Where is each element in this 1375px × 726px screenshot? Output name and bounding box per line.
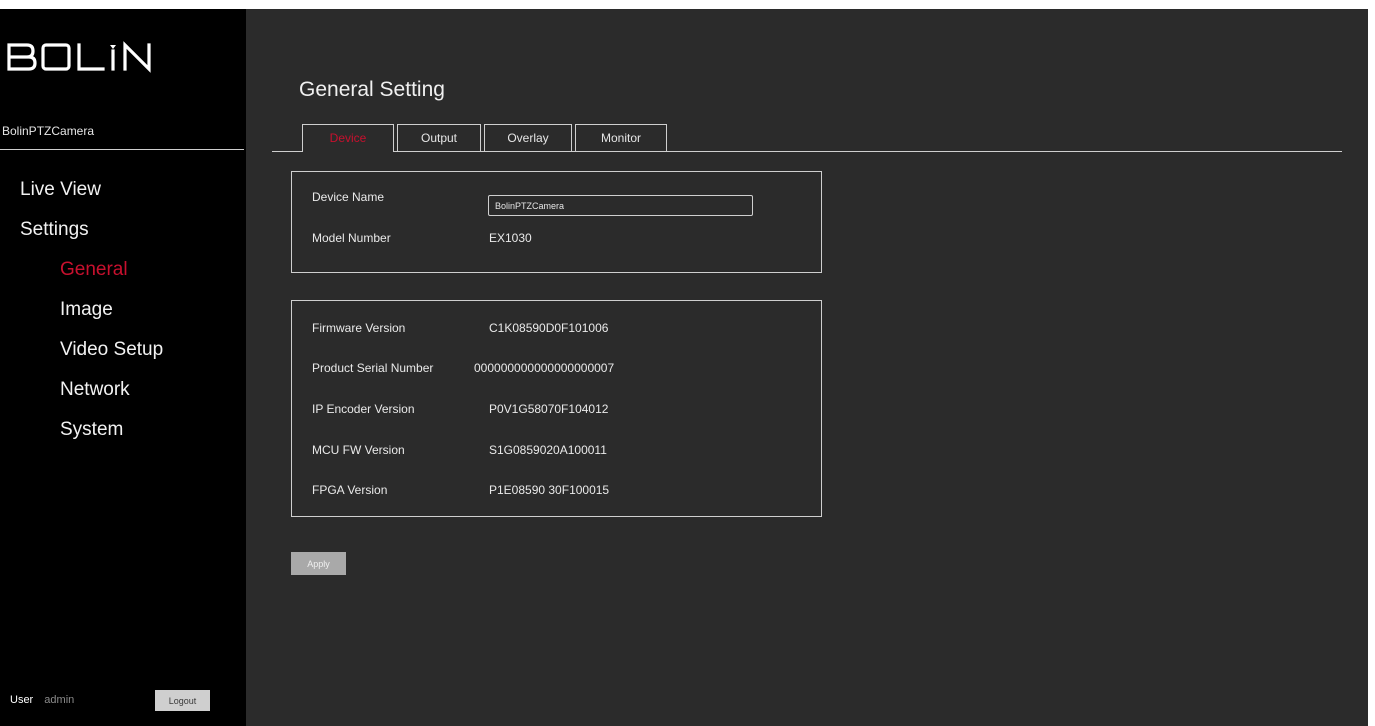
bolin-logo	[7, 41, 151, 73]
user-info: User admin	[10, 694, 74, 706]
tab-overlay[interactable]: Overlay	[484, 124, 572, 151]
firmware-version-value: C1K08590D0F101006	[489, 321, 609, 335]
nav-video-setup[interactable]: Video Setup	[60, 339, 163, 361]
nav-network[interactable]: Network	[60, 379, 130, 401]
model-number-value: EX1030	[489, 231, 532, 245]
ip-encoder-version-value: P0V1G58070F104012	[489, 402, 609, 416]
tab-output[interactable]: Output	[397, 124, 481, 151]
nav-general[interactable]: General	[60, 259, 128, 281]
mcu-fw-version-value: S1G0859020A100011	[489, 443, 607, 457]
sidebar: BolinPTZCamera Live View Settings Genera…	[0, 9, 246, 726]
device-name-field-label: Device Name	[312, 190, 385, 204]
serial-number-label: Product Serial Number	[312, 361, 434, 375]
device-name-input[interactable]	[488, 195, 753, 216]
nav-image[interactable]: Image	[60, 299, 113, 321]
device-info-panel	[291, 171, 822, 273]
nav-live-view[interactable]: Live View	[20, 179, 101, 201]
page-title: General Setting	[299, 78, 445, 101]
serial-number-value: 000000000000000000007	[474, 361, 615, 375]
model-number-label: Model Number	[312, 231, 391, 245]
user-label: User	[10, 694, 34, 706]
fpga-version-label: FPGA Version	[312, 483, 388, 497]
firmware-version-label: Firmware Version	[312, 321, 406, 335]
logout-button[interactable]: Logout	[155, 690, 210, 711]
user-name: admin	[44, 694, 75, 706]
tab-device[interactable]: Device	[302, 124, 394, 152]
nav-settings[interactable]: Settings	[20, 219, 89, 241]
apply-button[interactable]: Apply	[291, 552, 346, 575]
tab-monitor[interactable]: Monitor	[575, 124, 667, 151]
app-window: BolinPTZCamera Live View Settings Genera…	[0, 9, 1368, 726]
sidebar-divider	[0, 149, 244, 150]
device-name-label: BolinPTZCamera	[2, 124, 95, 138]
nav-system[interactable]: System	[60, 419, 123, 441]
mcu-fw-version-label: MCU FW Version	[312, 443, 405, 457]
ip-encoder-version-label: IP Encoder Version	[312, 402, 415, 416]
fpga-version-value: P1E08590 30F100015	[489, 483, 610, 497]
